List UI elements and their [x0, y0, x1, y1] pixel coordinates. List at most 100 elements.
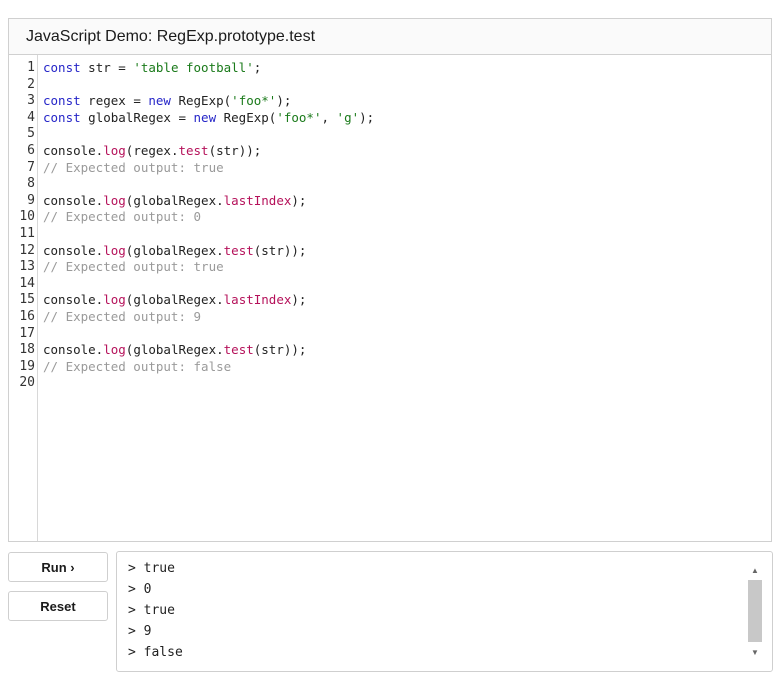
code-token: , — [321, 109, 337, 125]
code-token: 'foo*' — [231, 93, 277, 109]
console-lines: > true > 0 > true > 9 > false — [128, 558, 183, 663]
line-number: 18 — [19, 342, 35, 358]
line-number: 7 — [27, 159, 35, 175]
line-number: 9 — [27, 192, 35, 208]
code-token: console. — [43, 142, 104, 158]
code-line: // Expected output: 9 — [43, 309, 771, 326]
line-number: 17 — [19, 325, 35, 341]
code-line: console.log(globalRegex.test(str)); — [43, 243, 771, 260]
code-token: const — [43, 60, 81, 75]
code-token: console. — [43, 242, 104, 258]
code-token: (globalRegex. — [125, 192, 224, 208]
code-token: log — [103, 292, 126, 308]
console-line: > true — [128, 603, 175, 618]
code-token: // Expected output: true — [43, 159, 224, 175]
code-line: const regex = new RegExp('foo*'); — [43, 93, 771, 110]
code-token: (regex. — [125, 142, 179, 158]
code-line: // Expected output: true — [43, 160, 771, 177]
demo-title: JavaScript Demo: RegExp.prototype.test — [9, 19, 771, 55]
demo-frame: JavaScript Demo: RegExp.prototype.test 1… — [8, 18, 772, 542]
code-line: // Expected output: true — [43, 259, 771, 276]
code-editor[interactable]: 1 2 3 4 5 6 7 8 9 10 11 12 13 14 15 16 17 18 19 20 const st… — [9, 55, 771, 541]
code-token: test — [223, 242, 254, 258]
code-line: console.log(globalRegex.test(str)); — [43, 342, 771, 359]
code-token: (str)); — [253, 342, 307, 358]
code-area[interactable]: const str = 'table football'; const regex… — [38, 55, 771, 541]
line-number: 4 — [27, 109, 35, 125]
code-line: // Expected output: 0 — [43, 209, 771, 226]
code-line: const str = 'table football'; — [43, 60, 771, 77]
line-number: 5 — [27, 126, 35, 142]
code-token: lastIndex — [223, 192, 292, 208]
code-line: const globalRegex = new RegExp('foo*', '… — [43, 110, 771, 127]
code-token: ); — [276, 93, 292, 109]
code-token: console. — [43, 342, 104, 358]
line-number: 16 — [19, 308, 35, 324]
code-line: console.log(globalRegex.lastIndex); — [43, 292, 771, 309]
code-token: ; — [253, 60, 262, 75]
code-token: (globalRegex. — [125, 292, 224, 308]
line-number: 14 — [19, 275, 35, 291]
code-token: new — [193, 109, 217, 125]
console-scrollbar[interactable]: ▲ ▼ — [748, 564, 762, 660]
code-token: log — [103, 142, 126, 158]
code-token: (globalRegex. — [125, 242, 224, 258]
code-token: const — [43, 93, 81, 109]
run-button[interactable]: Run › — [8, 552, 108, 582]
button-group: Run › Reset — [8, 552, 108, 621]
scroll-up-icon[interactable]: ▲ — [748, 564, 762, 576]
code-line: console.log(regex.test(str)); — [43, 143, 771, 160]
code-token: ); — [291, 192, 307, 208]
code-token: ); — [291, 292, 307, 308]
console-line: > true — [128, 561, 175, 576]
scroll-down-icon[interactable]: ▼ — [748, 646, 762, 658]
code-token: RegExp( — [216, 109, 277, 125]
line-number: 2 — [27, 76, 35, 92]
code-token: // Expected output: 9 — [43, 308, 202, 324]
code-token: // Expected output: true — [43, 259, 224, 275]
code-token: (globalRegex. — [125, 342, 224, 358]
code-token: console. — [43, 192, 104, 208]
console-line: > 0 — [128, 582, 152, 597]
reset-button[interactable]: Reset — [8, 591, 108, 621]
code-token: console. — [43, 292, 104, 308]
code-token: test — [223, 342, 254, 358]
code-token: 'table football' — [133, 60, 254, 75]
line-number: 8 — [27, 176, 35, 192]
console-output: > true > 0 > true > 9 > false ▲ ▼ — [116, 551, 773, 672]
code-token: const — [43, 109, 81, 125]
code-token: globalRegex = — [80, 109, 194, 125]
code-token: RegExp( — [170, 93, 232, 109]
code-token: (str)); — [208, 142, 262, 158]
line-number: 13 — [19, 259, 35, 275]
code-token: // Expected output: 0 — [43, 209, 202, 225]
line-number: 12 — [19, 242, 35, 258]
line-number: 19 — [19, 358, 35, 374]
code-line: console.log(globalRegex.lastIndex); — [43, 193, 771, 210]
line-number: 6 — [27, 142, 35, 158]
code-token: str = — [80, 60, 134, 75]
code-token: // Expected output: false — [43, 358, 232, 374]
code-token: log — [103, 342, 126, 358]
code-token: log — [103, 192, 126, 208]
line-number: 10 — [19, 209, 35, 225]
code-token: lastIndex — [223, 292, 292, 308]
line-number: 11 — [19, 225, 35, 241]
code-token: 'foo*' — [276, 109, 322, 125]
line-number: 15 — [19, 292, 35, 308]
scroll-thumb[interactable] — [748, 580, 762, 642]
line-number: 20 — [19, 375, 35, 391]
console-line: > 9 — [128, 624, 152, 639]
code-line: // Expected output: false — [43, 359, 771, 376]
code-token: test — [178, 142, 209, 158]
code-token: ); — [359, 109, 375, 125]
code-token: log — [103, 242, 126, 258]
line-number: 1 — [27, 60, 35, 75]
